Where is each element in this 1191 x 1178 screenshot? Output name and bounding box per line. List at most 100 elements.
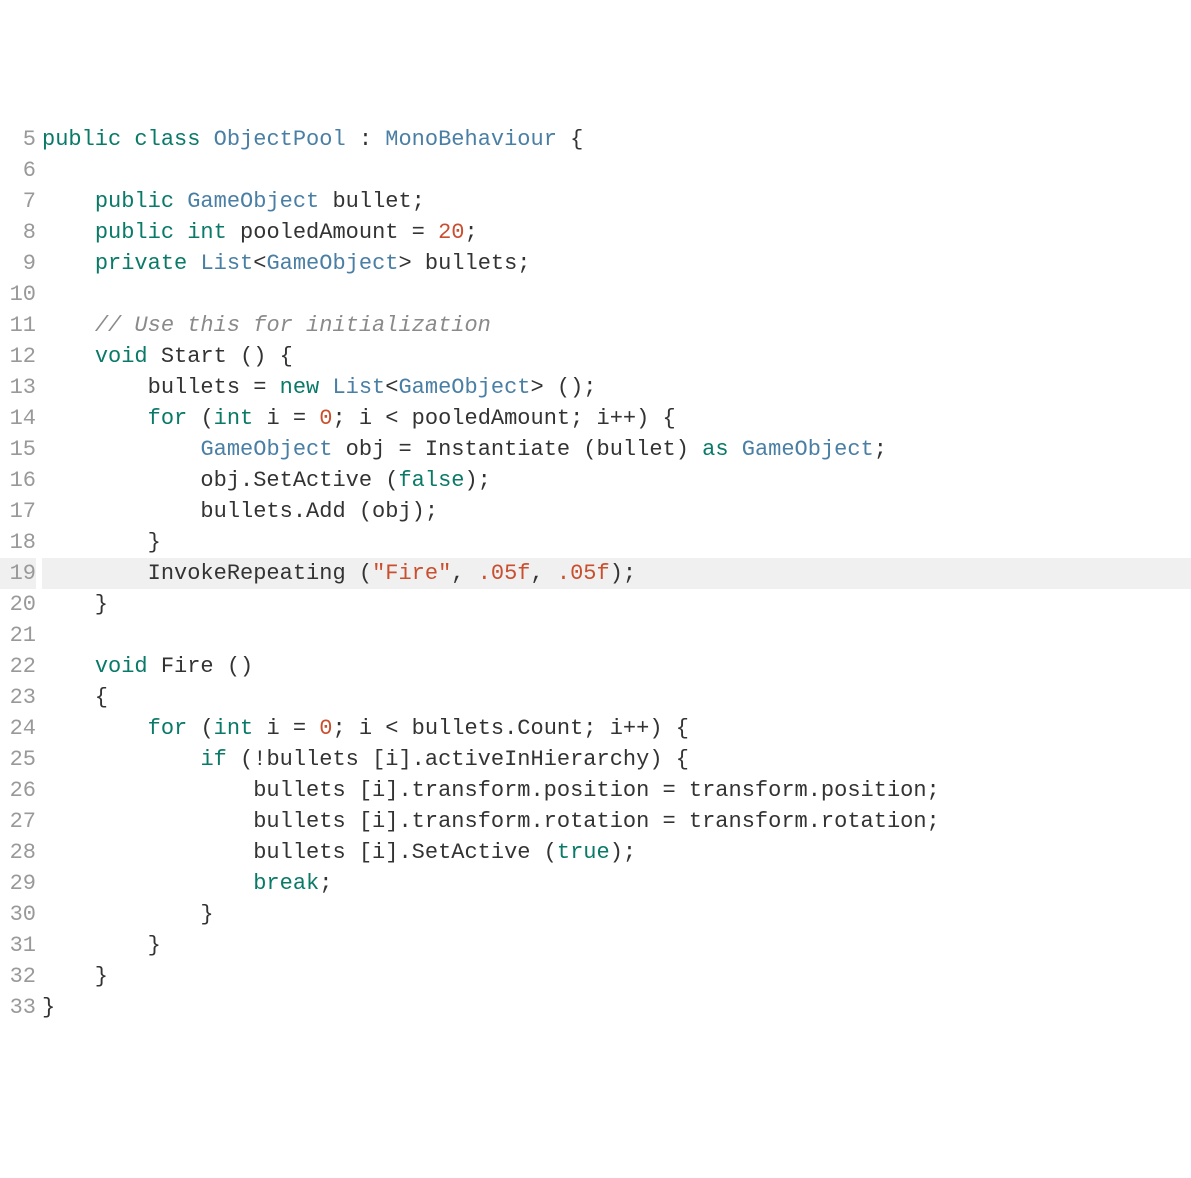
token: true [557, 840, 610, 865]
code-line[interactable]: void Fire () [42, 651, 1191, 682]
token: ObjectPool [214, 127, 359, 152]
code-line[interactable]: break; [42, 868, 1191, 899]
code-line[interactable]: bullets [i].SetActive (true); [42, 837, 1191, 868]
code-line[interactable]: bullets = new List<GameObject> (); [42, 372, 1191, 403]
code-line[interactable]: InvokeRepeating ("Fire", .05f, .05f); [42, 558, 1191, 589]
line-number: 32 [0, 961, 36, 992]
token [42, 313, 95, 338]
line-number: 33 [0, 992, 36, 1023]
token: break [253, 871, 319, 896]
code-line[interactable] [42, 155, 1191, 186]
code-line[interactable] [42, 279, 1191, 310]
token: public [42, 127, 134, 152]
token: false [398, 468, 464, 493]
token: void [95, 344, 161, 369]
code-line[interactable]: bullets [i].transform.position = transfo… [42, 775, 1191, 806]
line-number: 5 [0, 124, 36, 155]
code-editor: 5678910111213141516171819202122232425262… [0, 124, 1191, 1023]
line-number: 23 [0, 682, 36, 713]
token: InvokeRepeating ( [42, 561, 372, 586]
token: > bullets; [398, 251, 530, 276]
token: ); [610, 840, 636, 865]
token: if [200, 747, 240, 772]
token: .05f [557, 561, 610, 586]
code-line[interactable]: } [42, 930, 1191, 961]
token [42, 871, 253, 896]
token: bullets.Add (obj); [42, 499, 438, 524]
token: , [531, 561, 557, 586]
token: GameObject [398, 375, 530, 400]
code-line[interactable]: for (int i = 0; i < pooledAmount; i++) { [42, 403, 1191, 434]
line-number: 14 [0, 403, 36, 434]
token: List [332, 375, 385, 400]
code-line[interactable]: obj.SetActive (false); [42, 465, 1191, 496]
line-number: 10 [0, 279, 36, 310]
token: int [214, 406, 267, 431]
token [42, 437, 200, 462]
code-content[interactable]: public class ObjectPool : MonoBehaviour … [42, 124, 1191, 1023]
token: obj.SetActive ( [42, 468, 398, 493]
token: > (); [531, 375, 597, 400]
code-line[interactable] [42, 620, 1191, 651]
token: (!bullets [i].activeInHierarchy) { [240, 747, 689, 772]
token: i = [266, 716, 319, 741]
line-number: 12 [0, 341, 36, 372]
token: } [42, 902, 214, 927]
line-number-gutter: 5678910111213141516171819202122232425262… [0, 124, 42, 1023]
code-line[interactable]: if (!bullets [i].activeInHierarchy) { [42, 744, 1191, 775]
token: ); [610, 561, 636, 586]
line-number: 21 [0, 620, 36, 651]
code-line[interactable]: bullets.Add (obj); [42, 496, 1191, 527]
token [42, 220, 95, 245]
token: for [148, 406, 201, 431]
code-line[interactable]: for (int i = 0; i < bullets.Count; i++) … [42, 713, 1191, 744]
token [42, 716, 148, 741]
token: 0 [319, 716, 332, 741]
code-line[interactable]: public GameObject bullet; [42, 186, 1191, 217]
token: List [200, 251, 253, 276]
code-line[interactable]: bullets [i].transform.rotation = transfo… [42, 806, 1191, 837]
token: { [570, 127, 583, 152]
token: bullets [i].transform.position = transfo… [42, 778, 940, 803]
line-number: 22 [0, 651, 36, 682]
line-number: 20 [0, 589, 36, 620]
code-line[interactable]: // Use this for initialization [42, 310, 1191, 341]
token: Start () { [161, 344, 293, 369]
line-number: 6 [0, 155, 36, 186]
token: as [702, 437, 742, 462]
token: for [148, 716, 201, 741]
token: ; [319, 871, 332, 896]
token [42, 654, 95, 679]
token: < [385, 375, 398, 400]
line-number: 16 [0, 465, 36, 496]
code-line[interactable]: public int pooledAmount = 20; [42, 217, 1191, 248]
line-number: 11 [0, 310, 36, 341]
code-line[interactable]: GameObject obj = Instantiate (bullet) as… [42, 434, 1191, 465]
token: GameObject [742, 437, 874, 462]
token: } [42, 964, 108, 989]
line-number: 31 [0, 930, 36, 961]
token: < [253, 251, 266, 276]
code-line[interactable]: void Start () { [42, 341, 1191, 372]
token: GameObject [200, 437, 345, 462]
token: class [134, 127, 213, 152]
line-number: 8 [0, 217, 36, 248]
line-number: 9 [0, 248, 36, 279]
code-line[interactable]: private List<GameObject> bullets; [42, 248, 1191, 279]
code-line[interactable]: } [42, 589, 1191, 620]
code-line[interactable]: public class ObjectPool : MonoBehaviour … [42, 124, 1191, 155]
token: public [95, 220, 187, 245]
code-line[interactable]: } [42, 961, 1191, 992]
token: } [42, 933, 161, 958]
token: bullets [i].transform.rotation = transfo… [42, 809, 940, 834]
token: private [95, 251, 201, 276]
token: } [42, 530, 161, 555]
code-line[interactable]: } [42, 527, 1191, 558]
token: pooledAmount = [240, 220, 438, 245]
token: int [214, 716, 267, 741]
token: } [42, 995, 55, 1020]
code-line[interactable]: } [42, 992, 1191, 1023]
code-line[interactable]: { [42, 682, 1191, 713]
token: public [95, 189, 187, 214]
code-line[interactable]: } [42, 899, 1191, 930]
